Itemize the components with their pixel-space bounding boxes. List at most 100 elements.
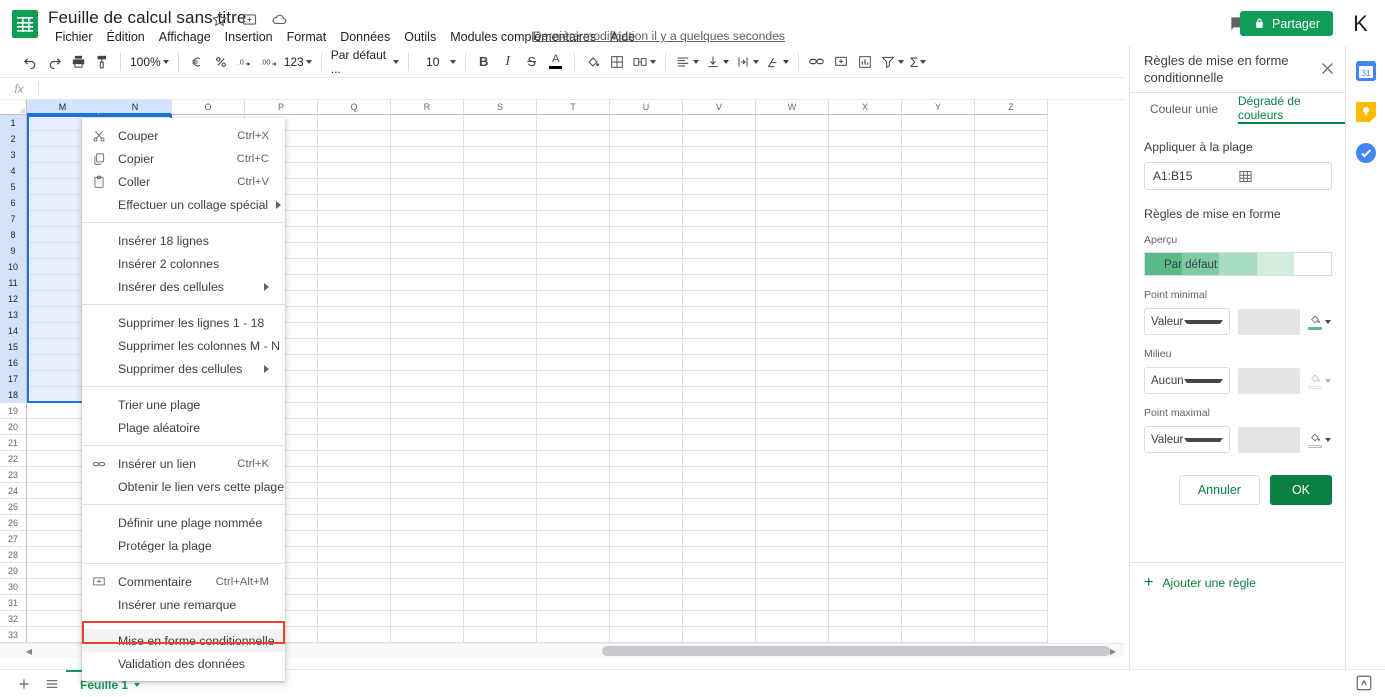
minpoint-color-picker[interactable]: [1308, 313, 1331, 330]
filter-selector[interactable]: [877, 50, 907, 74]
cell-X27[interactable]: [829, 531, 902, 547]
context-menu-item-ins-rer-des-cellules[interactable]: Insérer des cellules: [82, 275, 285, 298]
cell-Q11[interactable]: [318, 275, 391, 291]
cell-U17[interactable]: [610, 371, 683, 387]
cell-V22[interactable]: [683, 451, 756, 467]
cell-S7[interactable]: [464, 211, 537, 227]
column-header-N[interactable]: N: [99, 100, 172, 115]
cell-Z3[interactable]: [975, 147, 1048, 163]
row-header-8[interactable]: 8: [0, 227, 27, 243]
cell-U24[interactable]: [610, 483, 683, 499]
cell-S3[interactable]: [464, 147, 537, 163]
row-header-16[interactable]: 16: [0, 355, 27, 371]
select-all-corner[interactable]: [0, 100, 27, 115]
cell-X17[interactable]: [829, 371, 902, 387]
row-header-2[interactable]: 2: [0, 131, 27, 147]
cell-V21[interactable]: [683, 435, 756, 451]
cell-X22[interactable]: [829, 451, 902, 467]
cell-X30[interactable]: [829, 579, 902, 595]
cell-U20[interactable]: [610, 419, 683, 435]
cell-S12[interactable]: [464, 291, 537, 307]
cell-X28[interactable]: [829, 547, 902, 563]
context-menu-item-coller[interactable]: Coller Ctrl+V: [82, 170, 285, 193]
cell-V16[interactable]: [683, 355, 756, 371]
strikethrough-icon[interactable]: S: [520, 50, 544, 74]
cell-Y26[interactable]: [902, 515, 975, 531]
cell-T7[interactable]: [537, 211, 610, 227]
cell-U32[interactable]: [610, 611, 683, 627]
currency-euro-icon[interactable]: [185, 50, 209, 74]
cell-R16[interactable]: [391, 355, 464, 371]
cell-W15[interactable]: [756, 339, 829, 355]
cell-V31[interactable]: [683, 595, 756, 611]
cell-Q17[interactable]: [318, 371, 391, 387]
explore-icon[interactable]: [1353, 672, 1375, 694]
cell-Z21[interactable]: [975, 435, 1048, 451]
row-header-5[interactable]: 5: [0, 179, 27, 195]
ok-button[interactable]: OK: [1269, 475, 1332, 505]
cell-T30[interactable]: [537, 579, 610, 595]
cell-R23[interactable]: [391, 467, 464, 483]
cell-X14[interactable]: [829, 323, 902, 339]
cell-W6[interactable]: [756, 195, 829, 211]
cell-R4[interactable]: [391, 163, 464, 179]
cell-S21[interactable]: [464, 435, 537, 451]
cell-Y33[interactable]: [902, 627, 975, 643]
cell-S4[interactable]: [464, 163, 537, 179]
cell-Z23[interactable]: [975, 467, 1048, 483]
cell-S6[interactable]: [464, 195, 537, 211]
maxpoint-color-picker[interactable]: [1308, 431, 1331, 448]
cell-W14[interactable]: [756, 323, 829, 339]
cell-T1[interactable]: [537, 115, 610, 131]
cell-R12[interactable]: [391, 291, 464, 307]
cell-V18[interactable]: [683, 387, 756, 403]
cell-Z5[interactable]: [975, 179, 1048, 195]
print-icon[interactable]: [66, 50, 90, 74]
cell-Q29[interactable]: [318, 563, 391, 579]
cell-S23[interactable]: [464, 467, 537, 483]
borders-icon[interactable]: [605, 50, 629, 74]
cell-Y13[interactable]: [902, 307, 975, 323]
cell-S8[interactable]: [464, 227, 537, 243]
row-header-28[interactable]: 28: [0, 547, 27, 563]
cell-Q18[interactable]: [318, 387, 391, 403]
vertical-align-selector[interactable]: [702, 50, 732, 74]
cell-Z13[interactable]: [975, 307, 1048, 323]
minpoint-type-select[interactable]: Valeur minim...: [1144, 308, 1230, 335]
cell-S11[interactable]: [464, 275, 537, 291]
cell-W23[interactable]: [756, 467, 829, 483]
cell-S30[interactable]: [464, 579, 537, 595]
share-button[interactable]: Partager: [1240, 11, 1333, 36]
cell-S22[interactable]: [464, 451, 537, 467]
cell-W4[interactable]: [756, 163, 829, 179]
cell-V10[interactable]: [683, 259, 756, 275]
cell-R6[interactable]: [391, 195, 464, 211]
cell-V7[interactable]: [683, 211, 756, 227]
cell-Y29[interactable]: [902, 563, 975, 579]
cell-U25[interactable]: [610, 499, 683, 515]
column-header-T[interactable]: T: [537, 100, 610, 115]
cell-Z6[interactable]: [975, 195, 1048, 211]
context-menu-item-ins-rer-2-colonnes[interactable]: Insérer 2 colonnes: [82, 252, 285, 275]
cell-U27[interactable]: [610, 531, 683, 547]
cell-Z32[interactable]: [975, 611, 1048, 627]
cell-Q7[interactable]: [318, 211, 391, 227]
column-header-O[interactable]: O: [172, 100, 245, 115]
row-header-14[interactable]: 14: [0, 323, 27, 339]
google-keep-icon[interactable]: [1355, 102, 1376, 122]
cell-T11[interactable]: [537, 275, 610, 291]
cell-Q5[interactable]: [318, 179, 391, 195]
cell-V5[interactable]: [683, 179, 756, 195]
cell-T4[interactable]: [537, 163, 610, 179]
cell-context-menu[interactable]: Couper Ctrl+X Copier Ctrl+C Coller Ctrl+V Effe…: [82, 118, 285, 681]
cell-Q26[interactable]: [318, 515, 391, 531]
cell-V1[interactable]: [683, 115, 756, 131]
cell-X20[interactable]: [829, 419, 902, 435]
cell-V28[interactable]: [683, 547, 756, 563]
cell-Q23[interactable]: [318, 467, 391, 483]
text-rotation-selector[interactable]: [762, 50, 792, 74]
cell-Q9[interactable]: [318, 243, 391, 259]
cell-U12[interactable]: [610, 291, 683, 307]
cell-W25[interactable]: [756, 499, 829, 515]
cell-V20[interactable]: [683, 419, 756, 435]
